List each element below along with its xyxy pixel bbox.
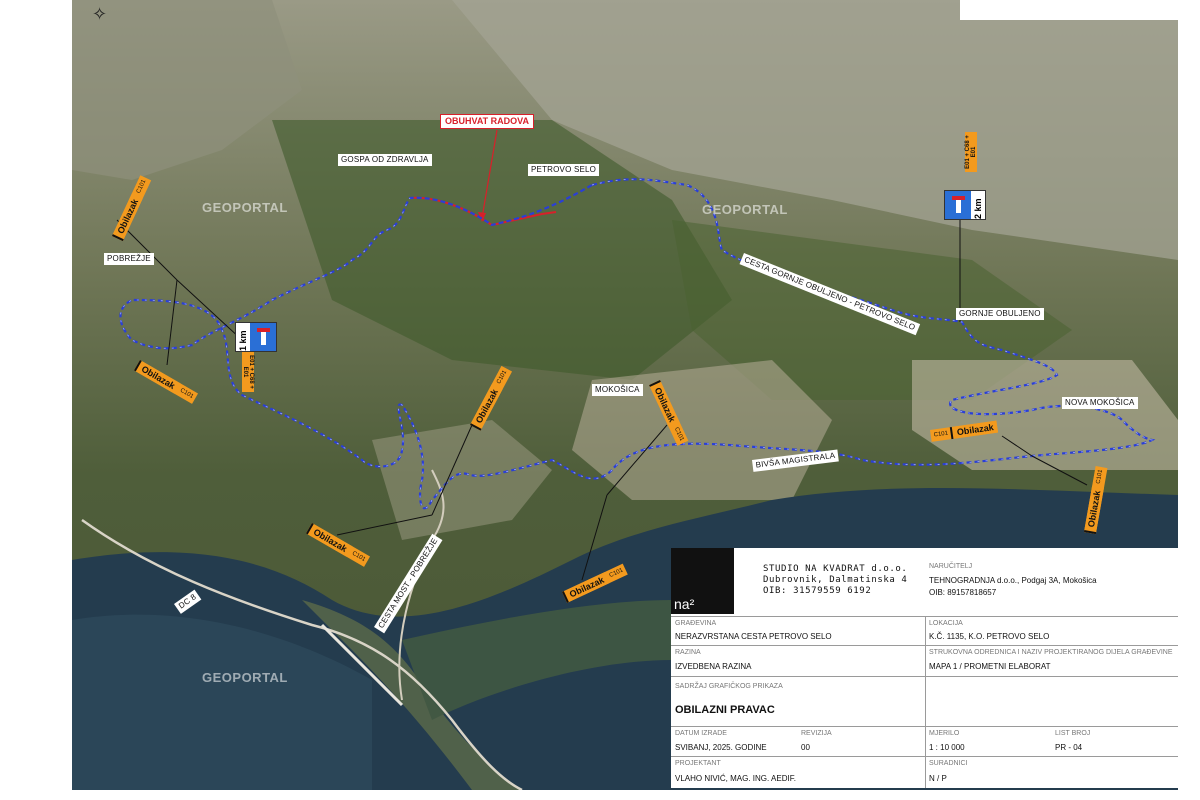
north-arrow-icon: ✧: [92, 4, 108, 24]
level: IZVEDBENA RAZINA: [675, 662, 752, 671]
level-caption: RAZINA: [675, 649, 701, 656]
map-corner-mask: [960, 0, 1178, 20]
discipline-caption: STRUKOVNA ODREDNICA I NAZIV PROJEKTIRANO…: [929, 649, 1173, 656]
detour-sign-code: C101: [933, 430, 949, 439]
building-caption: GRAĐEVINA: [675, 620, 717, 627]
designer-caption: PROJEKTANT: [675, 760, 721, 767]
sign-codes-plate: E01 + C68 + E01: [965, 132, 977, 172]
page-margin: [1178, 0, 1200, 800]
place-label-pobrezje: POBREŽJE: [104, 253, 154, 265]
associates-caption: SURADNICI: [929, 760, 968, 767]
title-block: na² STUDIO NA KVADRAT d.o.o. Dubrovnik, …: [671, 548, 1178, 788]
scale: 1 : 10 000: [929, 743, 965, 752]
divider: [925, 616, 926, 788]
detour-sign-code: C101: [1095, 469, 1105, 485]
dead-end-icon: [250, 323, 276, 351]
sign-codes-plate: E01 + C68 + E01: [242, 352, 254, 392]
work-area-label: OBUHVAT RADOVA: [440, 114, 534, 129]
geoportal-watermark: GEOPORTAL: [202, 670, 288, 685]
designer: VLAHO NIVIĆ, MAG. ING. AEDIF.: [675, 774, 796, 783]
revision-caption: REVIZIJA: [801, 730, 832, 737]
sheet-number: PR - 04: [1055, 743, 1083, 752]
studio-name: STUDIO NA KVADRAT d.o.o.: [763, 564, 908, 574]
place-label-gospa: GOSPA OD ZDRAVLJA: [338, 154, 432, 166]
dead-end-sign-1km: 1 km: [235, 322, 277, 352]
sheet-caption: LIST BROJ: [1055, 730, 1091, 737]
place-label-nova-mokosica: NOVA MOKOŠICA: [1062, 397, 1138, 409]
location-caption: LOKACIJA: [929, 620, 963, 627]
discipline: MAPA 1 / PROMETNI ELABORAT: [929, 662, 1051, 671]
scale-caption: MJERILO: [929, 730, 960, 737]
studio-logo: na²: [671, 548, 734, 614]
dead-end-sign-2km: 2 km: [944, 190, 986, 220]
place-label-mokosica: MOKOŠICA: [592, 384, 643, 396]
building: NERAZVRSTANA CESTA PETROVO SELO: [675, 632, 832, 641]
geoportal-watermark: GEOPORTAL: [702, 202, 788, 217]
studio-info: STUDIO NA KVADRAT d.o.o. Dubrovnik, Dalm…: [763, 564, 907, 597]
studio-address: Dubrovnik, Dalmatinska 4: [763, 575, 908, 585]
investor: TEHNOGRADNJA d.o.o., Podgaj 3A, Mokošica: [929, 576, 1097, 585]
drawing-title: OBILAZNI PRAVAC: [675, 704, 775, 716]
studio-oib: OIB: 31579559 6192: [763, 586, 872, 596]
content-caption: SADRŽAJ GRAFIČKOG PRIKAZA: [675, 683, 783, 690]
date: SVIBANJ, 2025. GODINE: [675, 743, 767, 752]
investor-caption: NARUČITELJ: [929, 563, 973, 570]
investor-oib: OIB: 89157818657: [929, 588, 997, 597]
geoportal-watermark: GEOPORTAL: [202, 200, 288, 215]
dead-end-distance: 2 km: [973, 198, 983, 219]
dead-end-distance: 1 km: [238, 330, 248, 351]
dead-end-icon: [945, 191, 971, 219]
date-caption: DATUM IZRADE: [675, 730, 727, 737]
location: K.Č. 1135, K.O. PETROVO SELO: [929, 632, 1050, 641]
revision: 00: [801, 743, 810, 752]
associates: N / P: [929, 774, 947, 783]
place-label-petrovo-selo: PETROVO SELO: [528, 164, 600, 176]
logo-text: na²: [674, 596, 695, 612]
place-label-gornje-obuljeno: GORNJE OBULJENO: [956, 308, 1044, 320]
